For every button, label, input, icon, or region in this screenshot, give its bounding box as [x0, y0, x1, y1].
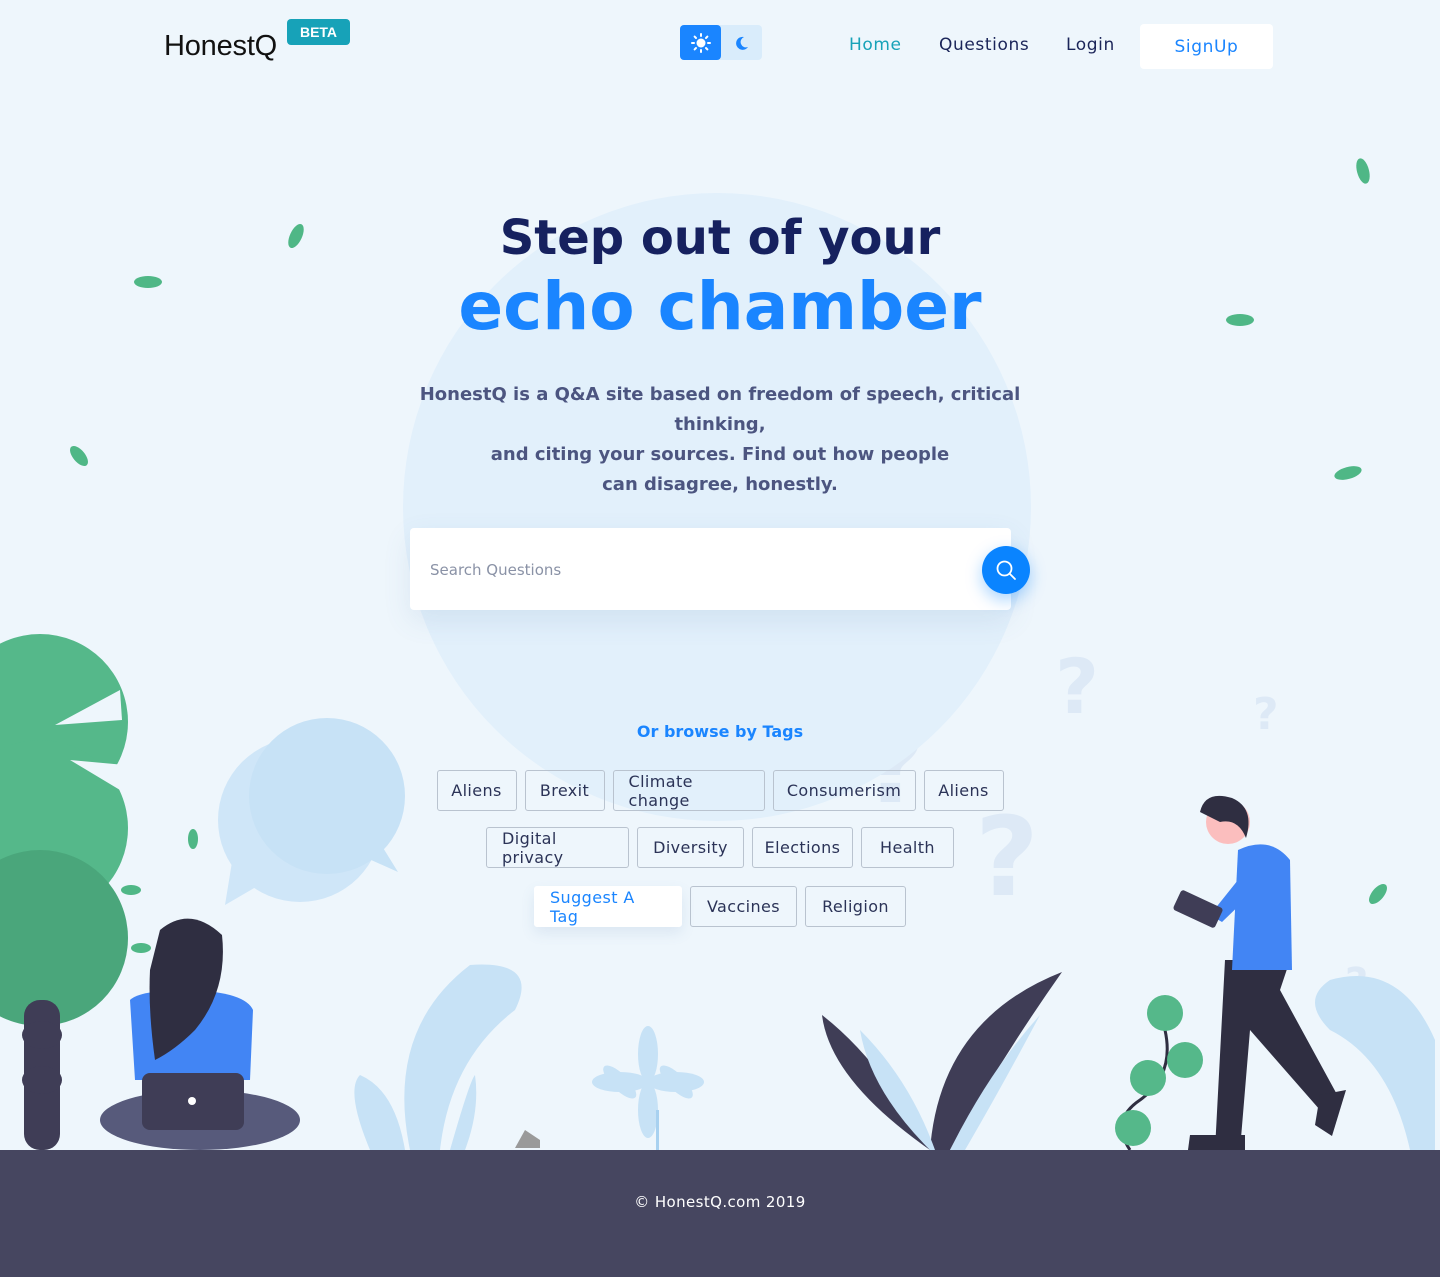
beta-badge: BETA — [287, 19, 350, 45]
site-logo[interactable]: HonestQ — [164, 30, 277, 63]
tag-aliens[interactable]: Aliens — [436, 770, 517, 811]
tag-row: Suggest A Tag Vaccines Religion — [0, 886, 1440, 927]
moon-icon — [735, 36, 748, 50]
tag-row: Digital privacy Diversity Elections Heal… — [0, 827, 1440, 868]
tag-aliens[interactable]: Aliens — [923, 770, 1004, 811]
dark-mode-button[interactable] — [721, 25, 762, 60]
intro-line: HonestQ is a Q&A site based on freedom o… — [419, 384, 1021, 435]
intro-line: and citing your sources. Find out how pe… — [490, 444, 950, 465]
nav-login[interactable]: Login — [1066, 35, 1115, 55]
hero-title-line2: echo chamber — [458, 268, 982, 345]
svg-text:?: ? — [1055, 642, 1099, 731]
sun-icon — [690, 32, 711, 53]
tag-elections[interactable]: Elections — [752, 827, 853, 868]
search-input[interactable] — [430, 552, 970, 588]
green-plant-illustration — [1115, 995, 1203, 1150]
hero-title-line1: Step out of your — [499, 210, 941, 266]
tag-brexit[interactable]: Brexit — [524, 770, 605, 811]
light-mode-button[interactable] — [680, 25, 721, 60]
footer: © HonestQ.com 2019 — [0, 1150, 1440, 1277]
hero-intro: HonestQ is a Q&A site based on freedom o… — [380, 380, 1060, 500]
woman-with-laptop-illustration — [100, 918, 300, 1150]
nav-home[interactable]: Home — [849, 35, 902, 55]
tag-consumerism[interactable]: Consumerism — [772, 770, 916, 811]
dark-plant-illustration — [515, 972, 1062, 1150]
tag-health[interactable]: Health — [861, 827, 954, 868]
tag-religion[interactable]: Religion — [805, 886, 906, 927]
tag-row: Aliens Brexit Climate change Consumerism… — [0, 770, 1440, 811]
theme-toggle[interactable] — [680, 25, 762, 60]
suggest-tag-button[interactable]: Suggest A Tag — [534, 886, 682, 927]
nav-questions[interactable]: Questions — [939, 35, 1029, 55]
intro-line: can disagree, honestly. — [602, 474, 838, 495]
browse-tags-label: Or browse by Tags — [636, 722, 804, 741]
tag-diversity[interactable]: Diversity — [637, 827, 744, 868]
tag-climate-change[interactable]: Climate change — [612, 770, 765, 811]
search-box — [410, 528, 1011, 610]
search-icon — [996, 560, 1016, 580]
chat-bubbles-illustration — [218, 718, 405, 905]
copyright-text: © HonestQ.com 2019 — [634, 1193, 806, 1211]
tag-vaccines[interactable]: Vaccines — [690, 886, 797, 927]
search-button[interactable] — [982, 546, 1030, 594]
signup-button[interactable]: SignUp — [1140, 24, 1273, 69]
tag-digital-privacy[interactable]: Digital privacy — [486, 827, 629, 868]
